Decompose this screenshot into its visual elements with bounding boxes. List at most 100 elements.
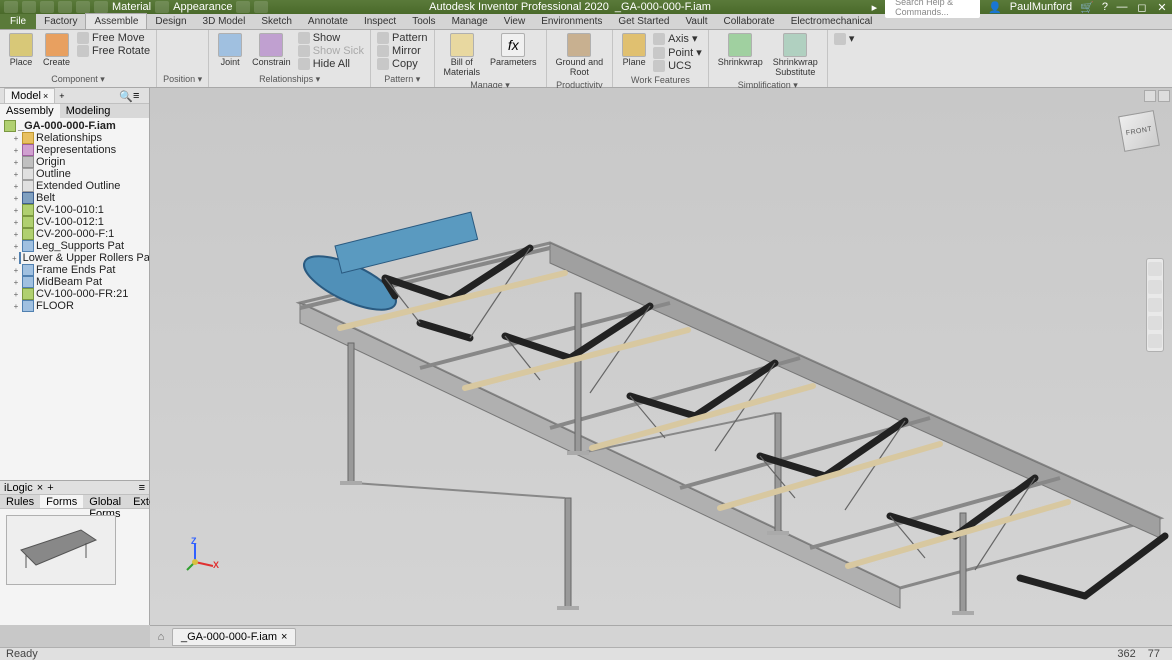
appearance-dropdown[interactable]: Appearance — [173, 1, 232, 13]
search-input[interactable]: Search Help & Commands... — [885, 0, 980, 18]
tree-item[interactable]: +Lower & Upper Rollers Pat — [2, 252, 147, 264]
viewport[interactable]: FRONT — [150, 88, 1172, 625]
tree-item[interactable]: +CV-200-000-F:1 — [2, 228, 147, 240]
tab-manage[interactable]: Manage — [444, 14, 496, 29]
substitute-button[interactable]: Shrinkwrap Substitute — [770, 32, 821, 79]
parameters-button[interactable]: fxParameters — [487, 32, 540, 69]
document-tab[interactable]: _GA-000-000-F.iam× — [172, 628, 296, 646]
ltab-global[interactable]: Global Forms — [83, 495, 127, 508]
tab-factory[interactable]: Factory — [36, 14, 85, 29]
free-move-button[interactable]: Free Move — [77, 32, 150, 44]
tab-vault[interactable]: Vault — [677, 14, 715, 29]
file-tab[interactable]: File — [0, 14, 36, 29]
cart-icon[interactable]: 🛒 — [1080, 1, 1094, 14]
tab-inspect[interactable]: Inspect — [356, 14, 404, 29]
tree-item[interactable]: +Frame Ends Pat — [2, 264, 147, 276]
expand-icon[interactable]: + — [12, 158, 20, 167]
qat-paint-icon[interactable] — [155, 1, 169, 13]
place-button[interactable]: Place — [6, 32, 36, 69]
hide-all-button[interactable]: Hide All — [298, 58, 364, 70]
tree-root[interactable]: _GA-000-000-F.iam — [2, 120, 147, 132]
tab-design[interactable]: Design — [147, 14, 194, 29]
expand-icon[interactable]: + — [12, 254, 17, 263]
ilogic-menu-icon[interactable]: ≡ — [139, 482, 145, 494]
tab-electromechanical[interactable]: Electromechanical — [783, 14, 881, 29]
plane-button[interactable]: Plane — [619, 32, 649, 69]
material-dropdown[interactable]: Material — [112, 1, 151, 13]
joint-button[interactable]: Joint — [215, 32, 245, 69]
qat-redo-icon[interactable] — [76, 1, 90, 13]
ground-button[interactable]: Ground and Root — [553, 32, 607, 79]
qat-new-icon[interactable] — [4, 1, 18, 13]
qat-measure-icon[interactable] — [254, 1, 268, 13]
expand-icon[interactable]: + — [12, 134, 20, 143]
tab-assemble[interactable]: Assemble — [85, 13, 147, 29]
expand-icon[interactable]: + — [12, 278, 20, 287]
home-icon[interactable]: ⌂ — [154, 630, 168, 644]
tab-sketch[interactable]: Sketch — [253, 14, 300, 29]
qat-undo-icon[interactable] — [58, 1, 72, 13]
tree-item[interactable]: +Extended Outline — [2, 180, 147, 192]
tree-item[interactable]: +Outline — [2, 168, 147, 180]
ltab-rules[interactable]: Rules — [0, 495, 40, 508]
expand-icon[interactable]: + — [12, 206, 20, 215]
expand-icon[interactable]: + — [12, 242, 20, 251]
expand-icon[interactable]: + — [12, 230, 20, 239]
tree-item[interactable]: +FLOOR — [2, 300, 147, 312]
qat-fx-icon[interactable] — [236, 1, 250, 13]
help-icon[interactable]: ? — [1102, 1, 1108, 13]
expand-icon[interactable]: + — [12, 266, 20, 275]
close-ilogic-icon[interactable]: × — [37, 482, 43, 494]
tab-getstarted[interactable]: Get Started — [610, 14, 677, 29]
qat-open-icon[interactable] — [22, 1, 36, 13]
tree-item[interactable]: +Relationships — [2, 132, 147, 144]
form-thumbnail[interactable] — [6, 515, 116, 585]
bom-button[interactable]: Bill of Materials — [441, 32, 484, 79]
tab-tools[interactable]: Tools — [404, 14, 443, 29]
tab-3dmodel[interactable]: 3D Model — [195, 14, 254, 29]
tree-item[interactable]: +Belt — [2, 192, 147, 204]
reset-button[interactable]: ▾ — [834, 32, 855, 45]
viewport-close-icon[interactable] — [1158, 90, 1170, 102]
tree-item[interactable]: +Representations — [2, 144, 147, 156]
shrinkwrap-button[interactable]: Shrinkwrap — [715, 32, 766, 69]
point-button[interactable]: Point ▾ — [653, 46, 702, 59]
tree-item[interactable]: +CV-100-010:1 — [2, 204, 147, 216]
show-button[interactable]: Show — [298, 32, 364, 44]
tab-environments[interactable]: Environments — [533, 14, 610, 29]
expand-icon[interactable]: + — [12, 290, 20, 299]
viewport-max-icon[interactable] — [1144, 90, 1156, 102]
expand-icon[interactable]: + — [12, 218, 20, 227]
maximize-icon[interactable]: ◻ — [1136, 1, 1148, 13]
subtab-modeling[interactable]: Modeling — [60, 104, 117, 118]
tree-item[interactable]: +Origin — [2, 156, 147, 168]
ucs-button[interactable]: UCS — [653, 60, 702, 72]
pattern-button[interactable]: Pattern — [377, 32, 427, 44]
viewcube[interactable]: FRONT — [1118, 110, 1160, 152]
copy-button[interactable]: Copy — [377, 58, 427, 70]
mirror-button[interactable]: Mirror — [377, 45, 427, 57]
close-doc-icon[interactable]: × — [281, 631, 287, 643]
expand-icon[interactable]: + — [12, 146, 20, 155]
tree-item[interactable]: +CV-100-012:1 — [2, 216, 147, 228]
ltab-forms[interactable]: Forms — [40, 495, 83, 508]
browser-tab[interactable]: Model× — [4, 88, 55, 103]
qat-select-icon[interactable] — [94, 1, 108, 13]
close-tab-icon[interactable]: × — [43, 91, 48, 101]
expand-icon[interactable]: + — [12, 302, 20, 311]
qat-save-icon[interactable] — [40, 1, 54, 13]
close-icon[interactable]: ✕ — [1156, 1, 1168, 13]
tab-collaborate[interactable]: Collaborate — [716, 14, 783, 29]
search-icon[interactable]: 🔍 — [119, 90, 131, 102]
expand-icon[interactable]: + — [12, 170, 20, 179]
tree-item[interactable]: +MidBeam Pat — [2, 276, 147, 288]
add-ilogic-icon[interactable]: + — [47, 482, 53, 494]
tree-item[interactable]: +CV-100-000-FR:21 — [2, 288, 147, 300]
tab-view[interactable]: View — [496, 14, 534, 29]
add-tab-icon[interactable]: + — [59, 91, 64, 101]
expand-icon[interactable]: + — [12, 194, 20, 203]
tree-item[interactable]: +Leg_Supports Pat — [2, 240, 147, 252]
constrain-button[interactable]: Constrain — [249, 32, 294, 69]
create-button[interactable]: Create — [40, 32, 73, 69]
axis-button[interactable]: Axis ▾ — [653, 32, 702, 45]
